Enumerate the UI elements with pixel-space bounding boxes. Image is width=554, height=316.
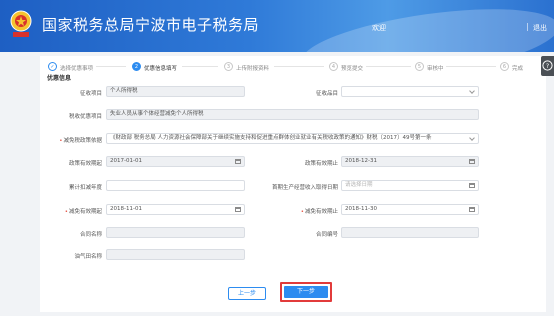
reemploy-year-label: 累计扣减年度	[68, 185, 102, 191]
next-step-highlight: 下一步	[280, 282, 332, 302]
relief-item-label: 税收优惠项目	[68, 114, 102, 120]
calendar-icon	[235, 207, 241, 212]
relief-end-label-text: 减免有效期止	[304, 209, 338, 215]
prod-date-picker[interactable]: 请选择日期	[341, 180, 479, 191]
relief-start-picker[interactable]: 2018-11-01	[106, 204, 245, 215]
contract-name-label: 合同名称	[79, 232, 102, 238]
required-mark: •	[300, 209, 304, 215]
chevron-down-icon	[469, 88, 475, 94]
required-mark: •	[59, 138, 63, 144]
policy-basis-label: •减免税政策依据	[40, 136, 102, 144]
header-decoration	[297, 0, 554, 52]
policy-basis-label-text: 减免税政策依据	[63, 138, 102, 144]
tax-source-label: 油气田名称	[74, 254, 102, 260]
relief-start-value: 2018-11-01	[110, 206, 142, 212]
contract-no-field	[341, 227, 479, 238]
step-label: 预览提交	[341, 66, 364, 72]
relief-end-value: 2018-11-30	[345, 206, 377, 212]
reemploy-year-input[interactable]	[106, 180, 245, 191]
policy-basis-value: 《财政部 税务总局 人力资源社会保障部关于继续实施支持和促进重点群体创业就业有关…	[110, 135, 432, 141]
relief-start-label-text: 减免有效期起	[68, 209, 102, 215]
app-title: 国家税务总局宁波市电子税务局	[42, 16, 260, 34]
step-connector	[182, 66, 218, 67]
tax-item-select[interactable]	[341, 86, 479, 97]
step-connector	[96, 66, 126, 67]
step-connector	[366, 66, 411, 67]
check-icon: ✓	[48, 62, 57, 71]
chevron-down-icon	[469, 135, 475, 141]
prod-date-placeholder: 请选择日期	[345, 182, 373, 188]
step-label: 审核中	[427, 66, 444, 72]
calendar-icon	[469, 159, 475, 164]
relief-end-picker[interactable]: 2018-11-30	[341, 204, 479, 215]
step-label: 优惠信息填写	[144, 66, 178, 72]
policy-end-label: 政策有效期止	[304, 161, 338, 167]
step-label: 上传附报资料	[236, 66, 270, 72]
policy-basis-select[interactable]: 《财政部 税务总局 人力资源社会保障部关于继续实施支持和促进重点群体创业就业有关…	[106, 133, 479, 144]
logout-link[interactable]: 退出	[533, 23, 547, 33]
step-connector	[274, 66, 324, 67]
step-number: 3	[224, 62, 233, 71]
required-mark: •	[64, 209, 68, 215]
section-title: 优惠信息	[47, 75, 72, 82]
question-icon: ?	[542, 60, 553, 71]
step-label: 完成	[512, 66, 524, 72]
tax-item-label: 征收品目	[315, 91, 338, 97]
svg-text:?: ?	[546, 62, 549, 70]
policy-start-field: 2017-01-01	[106, 156, 245, 167]
welcome-text: 欢迎	[372, 24, 386, 32]
step-label: 选择优惠事项	[60, 66, 94, 72]
tax-emblem-icon	[10, 10, 32, 37]
step-connector	[446, 66, 496, 67]
step-number: 4	[329, 62, 338, 71]
header-separator: |	[526, 22, 529, 31]
step-number: 5	[415, 62, 424, 71]
calendar-icon	[469, 207, 475, 212]
step-number: 6	[500, 62, 509, 71]
tax-type-label: 征收项目	[79, 91, 102, 97]
contract-no-label: 合同编号	[315, 232, 338, 238]
calendar-icon	[469, 183, 475, 188]
relief-item-field: 失业人员从事个体经营减免个人所得税	[106, 109, 479, 120]
prev-step-button[interactable]: 上一步	[228, 287, 266, 300]
calendar-icon	[235, 159, 241, 164]
policy-start-value: 2017-01-01	[110, 158, 142, 164]
help-button[interactable]: ?	[541, 56, 554, 76]
tax-type-field: 个人所得税	[106, 86, 245, 97]
tax-source-field	[106, 249, 245, 260]
prod-date-label: 首期生产经营收入取得日期	[271, 185, 338, 191]
policy-end-field: 2018-12-31	[341, 156, 479, 167]
contract-name-field	[106, 227, 245, 238]
relief-end-label: •减免有效期止	[286, 207, 338, 215]
step-number: 2	[132, 62, 141, 71]
app-header: 国家税务总局宁波市电子税务局 欢迎 | 退出	[0, 0, 554, 52]
policy-end-value: 2018-12-31	[345, 158, 377, 164]
relief-start-label: •减免有效期起	[50, 207, 102, 215]
next-step-button[interactable]: 下一步	[284, 286, 328, 298]
policy-start-label: 政策有效期起	[68, 161, 102, 167]
progress-steps: ✓ 选择优惠事项 2 优惠信息填写 3 上传附报资料 4 预览提交 5 审核中 …	[48, 62, 538, 76]
